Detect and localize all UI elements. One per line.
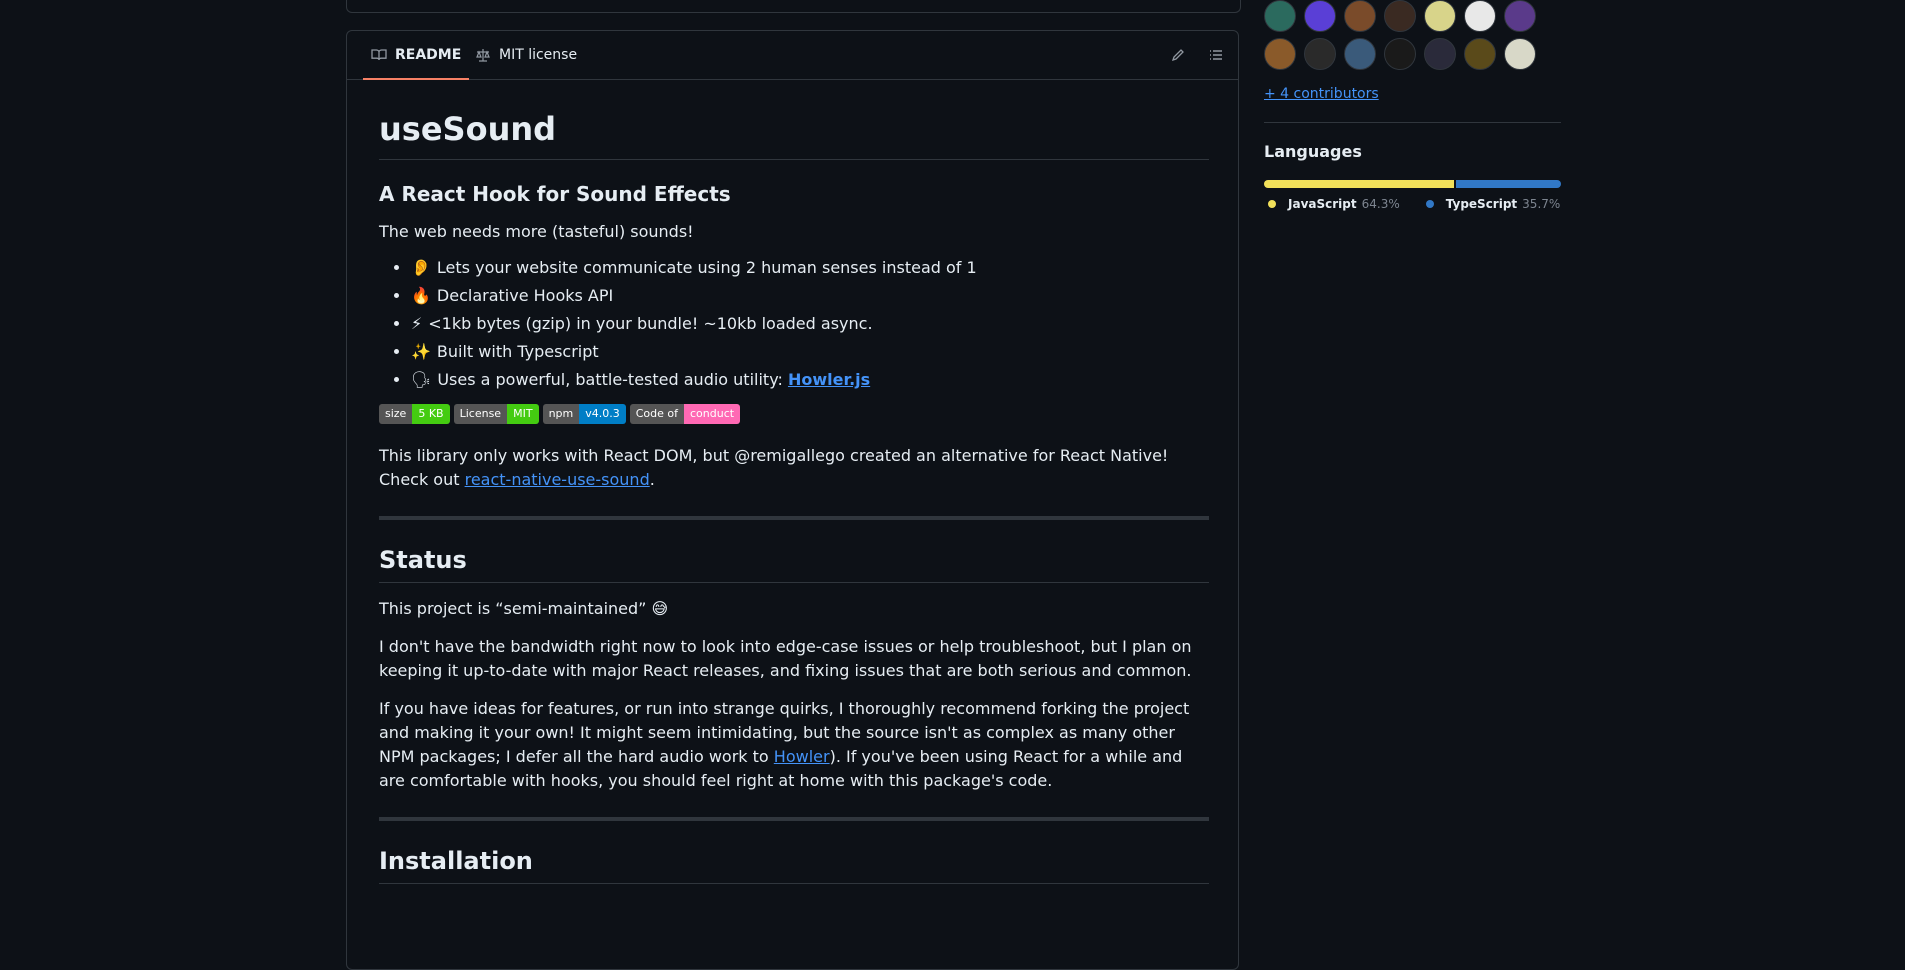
readme-subtitle: A React Hook for Sound Effects xyxy=(379,182,731,206)
list-item: 🗣Uses a powerful, battle-tested audio ut… xyxy=(411,368,1209,392)
contributor-avatar[interactable] xyxy=(1344,38,1376,70)
contributor-avatar[interactable] xyxy=(1384,38,1416,70)
status-heading: Status xyxy=(379,546,1209,583)
sparkles-icon: ✨ xyxy=(411,342,431,361)
tab-readme[interactable]: README xyxy=(363,31,470,80)
scale-icon xyxy=(476,49,490,62)
contributor-avatar[interactable] xyxy=(1264,38,1296,70)
contributor-avatar[interactable] xyxy=(1424,38,1456,70)
language-typescript[interactable]: TypeScript 35.7% xyxy=(1425,197,1560,211)
list-item: ⚡<1kb bytes (gzip) in your bundle! ~10kb… xyxy=(411,312,1209,336)
language-javascript[interactable]: JavaScript 64.3% xyxy=(1268,197,1400,211)
status-paragraph-2: I don't have the bandwidth right now to … xyxy=(379,637,1192,680)
speaking-head-icon: 🗣 xyxy=(411,370,432,389)
list-item: 👂Lets your website communicate using 2 h… xyxy=(411,256,1209,280)
contributor-avatar[interactable] xyxy=(1424,0,1456,32)
language-list: JavaScript 64.3% TypeScript 35.7% xyxy=(1268,197,1560,211)
list-item: ✨Built with Typescript xyxy=(411,340,1209,364)
contributor-avatar[interactable] xyxy=(1504,38,1536,70)
edit-file-button[interactable] xyxy=(1170,47,1186,63)
language-bar xyxy=(1264,180,1561,188)
license-badge[interactable]: License MIT xyxy=(453,404,539,424)
contributor-avatar[interactable] xyxy=(1504,0,1536,32)
list-icon xyxy=(1210,50,1222,60)
readme-content: useSound A React Hook for Sound Effects … xyxy=(379,79,1209,884)
contributor-avatar[interactable] xyxy=(1464,38,1496,70)
tab-license[interactable]: MIT license xyxy=(467,31,585,79)
react-native-note: This library only works with React DOM, … xyxy=(379,446,1169,489)
size-badge[interactable]: size 5 KB xyxy=(379,404,450,424)
react-native-use-sound-link[interactable]: react-native-use-sound xyxy=(465,470,650,489)
sidebar-divider xyxy=(1264,122,1561,123)
list-item: 🔥Declarative Hooks API xyxy=(411,284,1209,308)
contributor-avatar[interactable] xyxy=(1304,0,1336,32)
fire-icon: 🔥 xyxy=(411,286,431,305)
readme-panel: README MIT license useSound A React Hook… xyxy=(346,30,1239,970)
howler-link[interactable]: Howler.js xyxy=(788,370,870,389)
contributor-avatar[interactable] xyxy=(1264,0,1296,32)
feature-list: 👂Lets your website communicate using 2 h… xyxy=(379,256,1209,392)
badge-row: size 5 KB License MIT npm v4.0.3 Code of con… xyxy=(379,404,1209,424)
book-icon xyxy=(371,49,387,61)
contributor-avatar[interactable] xyxy=(1384,0,1416,32)
more-contributors-link[interactable]: + 4 contributors xyxy=(1264,86,1379,102)
code-of-conduct-badge[interactable]: Code of conduct xyxy=(629,404,741,424)
tab-readme-label: README xyxy=(395,47,462,63)
contributor-avatar[interactable] xyxy=(1464,0,1496,32)
outline-button[interactable] xyxy=(1208,47,1224,63)
pencil-icon xyxy=(1171,49,1184,62)
javascript-dot-icon xyxy=(1268,200,1276,208)
lightning-icon: ⚡ xyxy=(411,314,423,333)
typescript-segment xyxy=(1455,180,1561,188)
tab-license-label: MIT license xyxy=(499,47,578,63)
contributor-avatar[interactable] xyxy=(1304,38,1336,70)
languages-title: Languages xyxy=(1264,142,1362,161)
readme-intro: The web needs more (tasteful) sounds! xyxy=(379,222,694,241)
section-divider xyxy=(379,817,1209,821)
howler-inline-link[interactable]: Howler xyxy=(774,747,830,766)
readme-title: useSound xyxy=(379,79,1209,160)
section-divider xyxy=(379,516,1209,520)
javascript-segment xyxy=(1264,180,1454,188)
readme-tab-bar: README MIT license xyxy=(347,31,1238,80)
previous-panel-edge xyxy=(346,0,1241,13)
typescript-dot-icon xyxy=(1425,200,1434,208)
status-paragraph-3: If you have ideas for features, or run i… xyxy=(379,699,1190,790)
installation-heading: Installation xyxy=(379,847,1209,884)
contributor-avatar[interactable] xyxy=(1344,0,1376,32)
ear-icon: 👂 xyxy=(411,258,431,277)
npm-badge[interactable]: npm v4.0.3 xyxy=(542,404,626,424)
status-paragraph-1: This project is “semi-maintained” 😅 xyxy=(379,599,669,618)
